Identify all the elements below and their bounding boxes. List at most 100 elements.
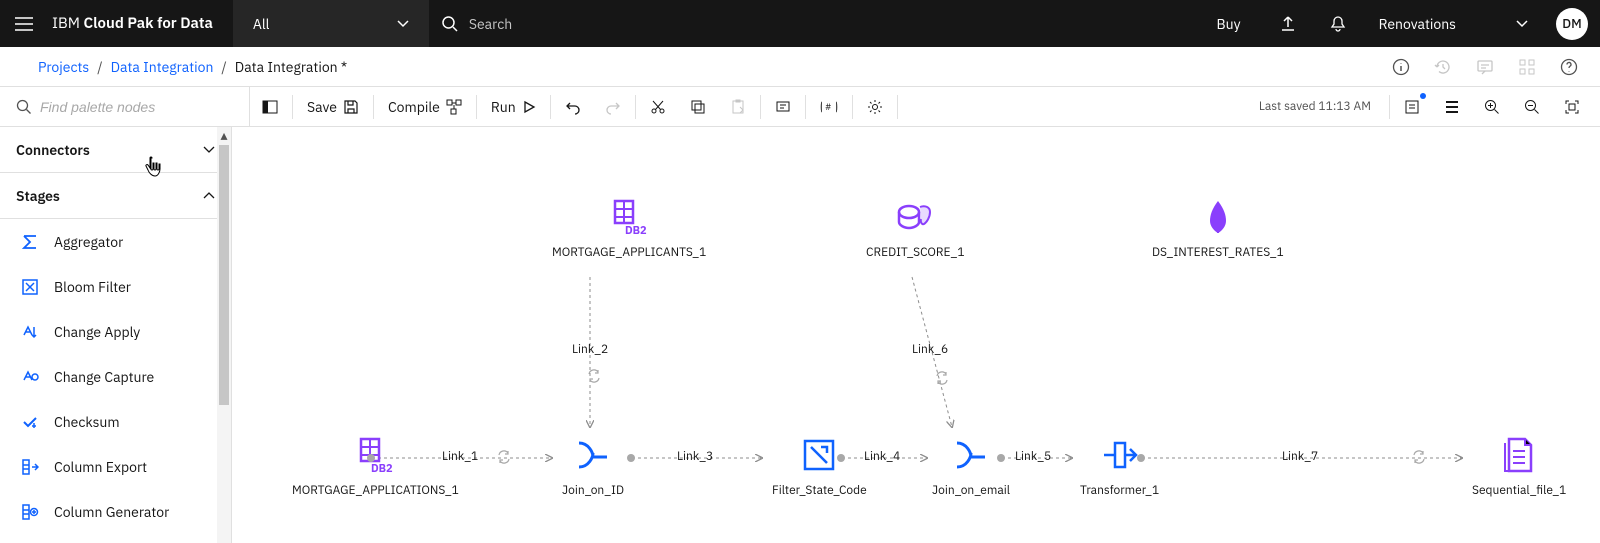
node-join-on-email[interactable]: Join_on_email — [932, 435, 1010, 498]
filter-icon — [799, 435, 839, 475]
scroll-thumb[interactable] — [219, 145, 229, 405]
notification-badge-button[interactable] — [1392, 87, 1432, 127]
workspace-dropdown[interactable]: Renovations — [1363, 0, 1544, 47]
node-mortgage-applicants[interactable]: DB2 MORTGAGE_APPLICANTS_1 — [552, 197, 706, 260]
palette-section-stages[interactable]: Stages — [0, 173, 231, 219]
breadcrumb-bar: Projects / Data Integration / Data Integ… — [0, 47, 1600, 87]
updates-button[interactable] — [1263, 0, 1313, 47]
paste-button[interactable] — [718, 87, 758, 127]
minimap-button[interactable] — [1432, 87, 1472, 127]
scope-dropdown[interactable]: All — [233, 0, 429, 47]
comments-button[interactable] — [1466, 48, 1504, 86]
palette-item-checksum[interactable]: Checksum — [0, 399, 231, 444]
avatar[interactable]: DM — [1556, 8, 1588, 40]
scope-dropdown-label: All — [253, 15, 270, 33]
palette-item-bloom-filter[interactable]: Bloom Filter — [0, 264, 231, 309]
palette-scrollbar[interactable]: ▴ — [217, 127, 231, 543]
chat-icon — [1476, 58, 1494, 76]
funnel-icon — [951, 435, 991, 475]
palette-search[interactable] — [0, 87, 250, 127]
palette-section-connectors[interactable]: Connectors — [0, 127, 231, 173]
help-button[interactable] — [1550, 48, 1588, 86]
palette-search-input[interactable] — [40, 99, 233, 115]
zoom-fit-button[interactable] — [1552, 87, 1592, 127]
copy-button[interactable] — [678, 87, 718, 127]
node-transformer[interactable]: Transformer_1 — [1080, 435, 1159, 498]
compile-button[interactable]: Compile — [376, 87, 474, 127]
parameters-button[interactable]: # — [808, 87, 850, 127]
link-label[interactable]: Link_6 — [912, 342, 948, 357]
hamburger-menu[interactable] — [0, 0, 48, 47]
port[interactable] — [837, 454, 845, 462]
brand: IBM Cloud Pak for Data — [48, 14, 233, 33]
annotation-icon — [775, 99, 791, 115]
breadcrumb-actions — [1382, 48, 1588, 86]
sync-icon — [1412, 450, 1426, 464]
palette-item-aggregator[interactable]: Aggregator — [0, 219, 231, 264]
copy-icon — [690, 99, 706, 115]
node-join-on-id[interactable]: Join_on_ID — [562, 435, 624, 498]
port[interactable] — [367, 454, 375, 462]
zoom-in-button[interactable] — [1472, 87, 1512, 127]
panel-left-icon — [262, 99, 278, 115]
save-button[interactable]: Save — [295, 87, 371, 127]
db2-icon: DB2 — [609, 197, 649, 237]
body: Connectors Stages Aggregator Bloom Filte… — [0, 127, 1600, 543]
mongodb-icon — [1198, 197, 1238, 237]
redo-button[interactable] — [593, 87, 633, 127]
breadcrumb-sep: / — [97, 58, 102, 76]
history-button[interactable] — [1424, 48, 1462, 86]
link-label[interactable]: Link_1 — [442, 449, 478, 464]
port[interactable] — [627, 454, 635, 462]
palette-item-column-export[interactable]: Column Export — [0, 444, 231, 489]
notifications-button[interactable] — [1313, 0, 1363, 47]
breadcrumb-data-integration[interactable]: Data Integration — [111, 58, 214, 76]
last-saved-label: Last saved 11:13 AM — [1243, 99, 1387, 114]
node-filter-state-code[interactable]: Filter_State_Code — [772, 435, 867, 498]
gear-icon — [867, 99, 883, 115]
toggle-palette-button[interactable] — [250, 87, 290, 127]
info-button[interactable] — [1382, 48, 1420, 86]
link-label[interactable]: Link_4 — [864, 449, 900, 464]
column-export-icon — [20, 457, 40, 477]
paste-icon — [730, 99, 746, 115]
info-icon — [1392, 58, 1410, 76]
undo-button[interactable] — [553, 87, 593, 127]
node-mortgage-applications[interactable]: DB2 MORTGAGE_APPLICATIONS_1 — [292, 435, 459, 498]
port[interactable] — [997, 454, 1005, 462]
sigma-icon — [20, 232, 40, 252]
link-label[interactable]: Link_2 — [572, 342, 608, 357]
grid-view-button[interactable] — [1508, 48, 1546, 86]
list-icon — [1444, 99, 1460, 115]
settings-button[interactable] — [855, 87, 895, 127]
chevron-up-icon — [203, 192, 215, 200]
annotation-button[interactable] — [763, 87, 803, 127]
cut-icon — [650, 99, 666, 115]
link-label[interactable]: Link_5 — [1015, 449, 1051, 464]
node-sequential-file[interactable]: Sequential_file_1 — [1472, 435, 1566, 498]
zoom-out-button[interactable] — [1512, 87, 1552, 127]
palette-item-change-apply[interactable]: Change Apply — [0, 309, 231, 354]
help-icon — [1560, 58, 1578, 76]
checksum-icon — [20, 412, 40, 432]
zoom-out-icon — [1524, 99, 1540, 115]
link-label[interactable]: Link_3 — [677, 449, 713, 464]
history-icon — [1434, 58, 1452, 76]
fit-icon — [1564, 99, 1580, 115]
global-search[interactable]: Search — [429, 0, 1195, 47]
node-ds-interest-rates[interactable]: DS_INTEREST_RATES_1 — [1152, 197, 1284, 260]
buy-button[interactable]: Buy — [1195, 0, 1263, 47]
port[interactable] — [1137, 454, 1145, 462]
breadcrumb: Projects / Data Integration / Data Integ… — [38, 58, 347, 76]
run-button[interactable]: Run — [479, 87, 548, 127]
palette-item-column-generator[interactable]: Column Generator — [0, 489, 231, 534]
breadcrumb-projects[interactable]: Projects — [38, 58, 89, 76]
cut-button[interactable] — [638, 87, 678, 127]
canvas[interactable]: DB2 MORTGAGE_APPLICANTS_1 CREDIT_SCORE_1… — [232, 127, 1600, 543]
link-label[interactable]: Link_7 — [1282, 449, 1318, 464]
brand-prefix: IBM — [52, 14, 84, 33]
db2-icon: DB2 — [355, 435, 395, 475]
change-capture-icon — [20, 367, 40, 387]
palette-item-change-capture[interactable]: Change Capture — [0, 354, 231, 399]
node-credit-score[interactable]: CREDIT_SCORE_1 — [866, 197, 965, 260]
